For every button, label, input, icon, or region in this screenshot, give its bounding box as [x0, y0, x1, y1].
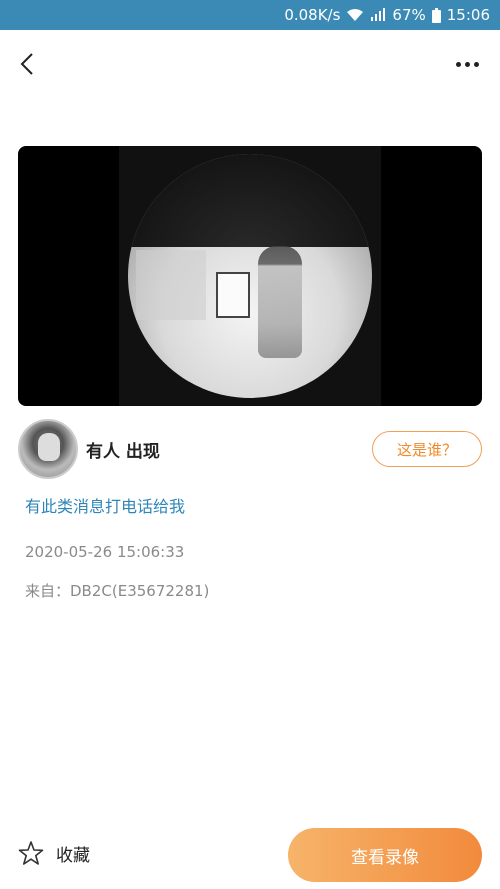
face-thumbnail	[38, 433, 60, 461]
whiteboard	[216, 272, 250, 318]
wall	[136, 250, 206, 320]
wifi-icon	[346, 8, 364, 22]
event-timestamp: 2020-05-26 15:06:33	[25, 543, 185, 561]
status-bar: 0.08K/s 67% 15:06	[0, 0, 500, 30]
chevron-left-icon	[20, 53, 33, 75]
clock: 15:06	[446, 6, 490, 24]
call-me-link[interactable]: 有此类消息打电话给我	[25, 493, 185, 517]
ceiling	[128, 154, 372, 247]
bottom-bar: 收藏 查看录像	[0, 824, 500, 889]
back-button[interactable]	[14, 50, 40, 78]
favorite-button[interactable]: 收藏	[18, 840, 90, 866]
battery-icon	[431, 7, 441, 23]
star-outline-icon	[18, 841, 44, 865]
event-snapshot[interactable]	[18, 146, 482, 406]
person-figure	[258, 246, 302, 358]
more-dot	[455, 61, 461, 67]
more-dot	[473, 61, 479, 67]
top-bar	[0, 30, 500, 98]
favorite-label: 收藏	[56, 845, 90, 866]
event-title: 有人 出现	[86, 442, 160, 462]
more-button[interactable]	[452, 50, 482, 78]
who-is-this-button[interactable]: 这是谁？	[372, 431, 482, 467]
more-dot	[464, 61, 470, 67]
face-avatar[interactable]	[18, 419, 78, 479]
fisheye-image	[128, 154, 372, 398]
view-recording-button[interactable]: 查看录像	[288, 828, 482, 882]
event-source: 来自：DB2C(E35672281)	[25, 582, 210, 600]
signal-icon	[370, 8, 386, 22]
network-speed: 0.08K/s	[284, 6, 341, 24]
battery-percent: 67%	[392, 6, 426, 24]
event-header: 有人 出现 这是谁？	[18, 419, 482, 479]
